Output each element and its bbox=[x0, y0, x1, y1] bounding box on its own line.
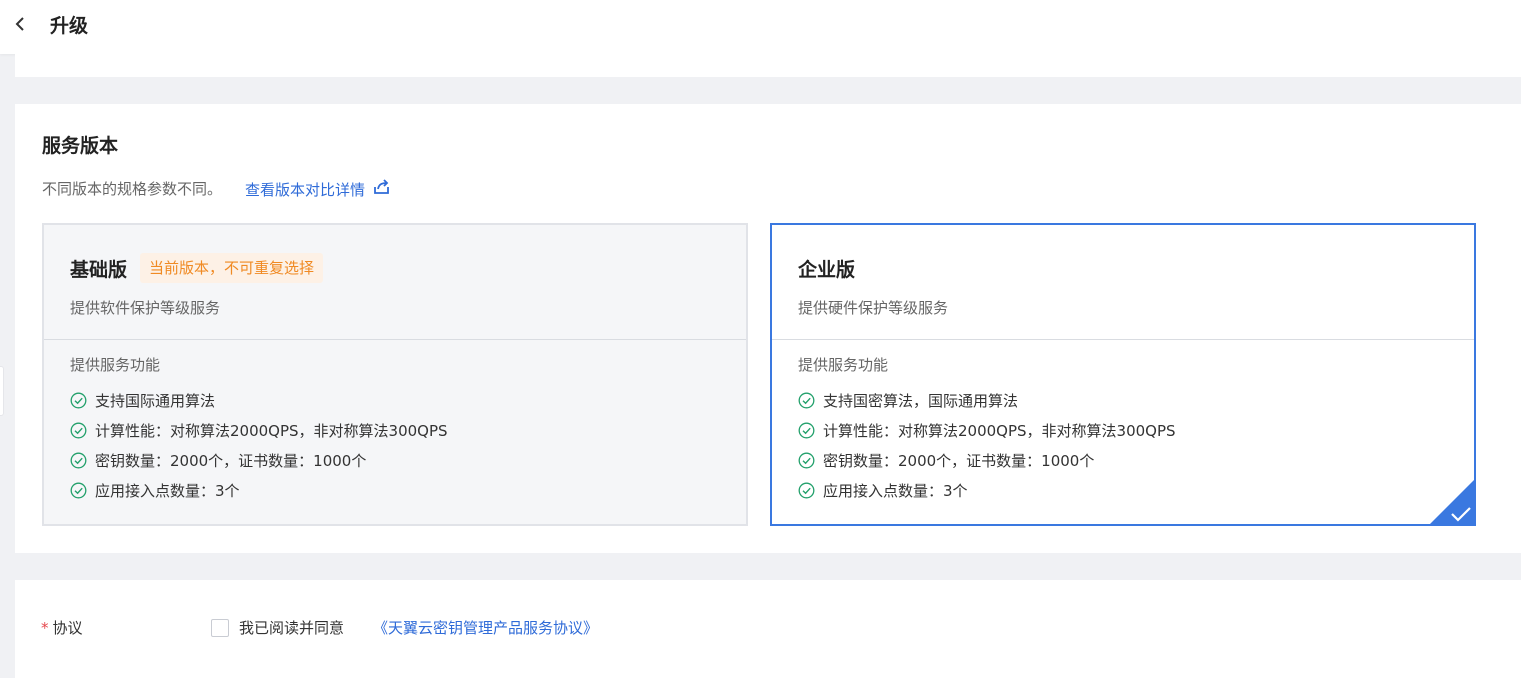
check-circle-icon bbox=[70, 482, 87, 499]
feature-item: 应用接入点数量：3个 bbox=[798, 475, 1176, 505]
feature-list: 支持国密算法，国际通用算法 计算性能：对称算法2000QPS，非对称算法300Q… bbox=[798, 385, 1176, 505]
external-share-icon bbox=[373, 179, 391, 200]
feature-item: 密钥数量：2000个，证书数量：1000个 bbox=[70, 445, 448, 475]
side-collapse-tab[interactable] bbox=[0, 366, 4, 416]
top-panel-strip bbox=[15, 54, 1521, 77]
feature-text: 密钥数量：2000个，证书数量：1000个 bbox=[95, 451, 367, 470]
check-circle-icon bbox=[798, 422, 815, 439]
check-circle-icon bbox=[70, 452, 87, 469]
service-version-panel: 服务版本 不同版本的规格参数不同。 查看版本对比详情 基础版 当前版本，不可重复… bbox=[15, 104, 1521, 553]
compare-link-label: 查看版本对比详情 bbox=[245, 180, 366, 199]
feature-item: 支持国密算法，国际通用算法 bbox=[798, 385, 1176, 415]
plan-description: 提供软件保护等级服务 bbox=[70, 299, 221, 317]
required-mark: * bbox=[41, 619, 49, 637]
agreement-checkbox[interactable] bbox=[211, 619, 229, 637]
check-circle-icon bbox=[798, 482, 815, 499]
plan-description: 提供硬件保护等级服务 bbox=[798, 299, 949, 317]
feature-item: 计算性能：对称算法2000QPS，非对称算法300QPS bbox=[70, 415, 448, 445]
compare-versions-link[interactable]: 查看版本对比详情 bbox=[245, 179, 391, 200]
agreement-panel: * 协议 我已阅读并同意 《天翼云密钥管理产品服务协议》 bbox=[15, 580, 1521, 678]
section-description: 不同版本的规格参数不同。 bbox=[42, 180, 223, 198]
feature-text: 计算性能：对称算法2000QPS，非对称算法300QPS bbox=[823, 421, 1176, 440]
chevron-left-icon bbox=[14, 16, 26, 36]
plan-name: 企业版 bbox=[798, 259, 856, 281]
agreement-text: 我已阅读并同意 bbox=[239, 619, 345, 637]
plan-card-basic[interactable]: 基础版 当前版本，不可重复选择 提供软件保护等级服务 提供服务功能 支持国际通用… bbox=[42, 223, 748, 526]
feature-text: 密钥数量：2000个，证书数量：1000个 bbox=[823, 451, 1095, 470]
features-title: 提供服务功能 bbox=[70, 356, 161, 374]
plan-name: 基础版 bbox=[70, 259, 128, 281]
plan-card-enterprise[interactable]: 企业版 提供硬件保护等级服务 提供服务功能 支持国密算法，国际通用算法 计算性能… bbox=[770, 223, 1476, 526]
check-circle-icon bbox=[798, 392, 815, 409]
feature-text: 支持国密算法，国际通用算法 bbox=[823, 391, 1019, 410]
page-title: 升级 bbox=[50, 15, 89, 37]
feature-text: 应用接入点数量：3个 bbox=[95, 481, 240, 500]
features-title: 提供服务功能 bbox=[798, 356, 889, 374]
page-header: 升级 bbox=[0, 0, 1521, 54]
agreement-label: * 协议 bbox=[41, 618, 83, 638]
feature-text: 支持国际通用算法 bbox=[95, 391, 216, 410]
feature-item: 计算性能：对称算法2000QPS，非对称算法300QPS bbox=[798, 415, 1176, 445]
feature-item: 密钥数量：2000个，证书数量：1000个 bbox=[798, 445, 1176, 475]
card-divider bbox=[772, 339, 1474, 340]
check-circle-icon bbox=[798, 452, 815, 469]
section-title: 服务版本 bbox=[42, 135, 119, 157]
check-circle-icon bbox=[70, 392, 87, 409]
selected-check-icon bbox=[1428, 478, 1474, 524]
card-divider bbox=[44, 339, 746, 340]
feature-text: 计算性能：对称算法2000QPS，非对称算法300QPS bbox=[95, 421, 448, 440]
feature-list: 支持国际通用算法 计算性能：对称算法2000QPS，非对称算法300QPS 密钥… bbox=[70, 385, 448, 505]
agreement-label-text: 协议 bbox=[52, 619, 83, 637]
feature-text: 应用接入点数量：3个 bbox=[823, 481, 968, 500]
feature-item: 支持国际通用算法 bbox=[70, 385, 448, 415]
agreement-link[interactable]: 《天翼云密钥管理产品服务协议》 bbox=[373, 618, 598, 638]
back-button[interactable] bbox=[10, 14, 30, 38]
current-version-badge: 当前版本，不可重复选择 bbox=[140, 253, 324, 283]
feature-item: 应用接入点数量：3个 bbox=[70, 475, 448, 505]
check-circle-icon bbox=[70, 422, 87, 439]
